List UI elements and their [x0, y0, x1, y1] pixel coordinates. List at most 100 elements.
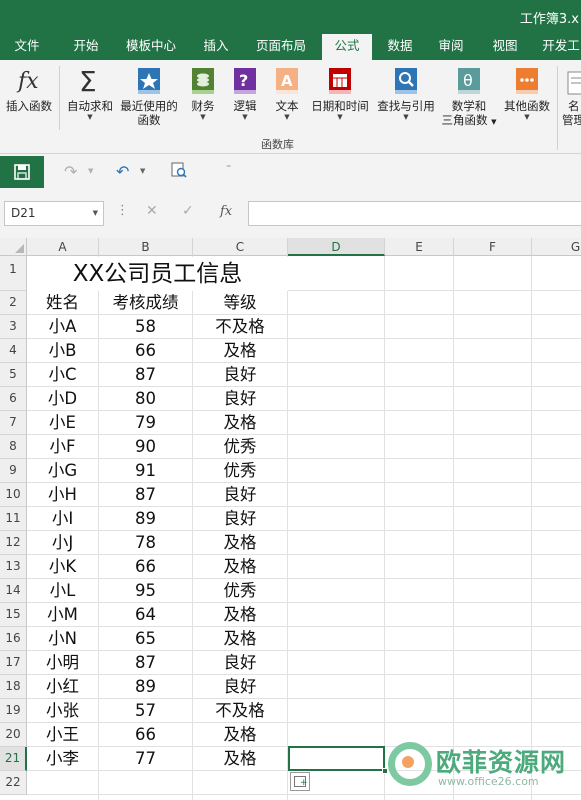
row-header-20[interactable]: 20	[0, 723, 27, 747]
table-cell[interactable]: 小A	[27, 315, 98, 338]
table-cell[interactable]: 79	[99, 411, 192, 434]
table-cell[interactable]: 87	[99, 651, 192, 674]
row-header-19[interactable]: 19	[0, 699, 27, 723]
column-header-c[interactable]: C	[193, 238, 288, 256]
row-header-14[interactable]: 14	[0, 579, 27, 603]
table-cell[interactable]: 95	[99, 579, 192, 602]
table-cell[interactable]: 良好	[193, 507, 287, 530]
tab-insert[interactable]: 插入	[192, 34, 240, 60]
row-header-6[interactable]: 6	[0, 387, 27, 411]
column-header-a[interactable]: A	[27, 238, 99, 256]
column-header-e[interactable]: E	[385, 238, 454, 256]
row-header-5[interactable]: 5	[0, 363, 27, 387]
sheet-title-cell[interactable]: XX公司员工信息	[27, 257, 288, 291]
table-cell[interactable]: 小C	[27, 363, 98, 386]
table-cell[interactable]: 优秀	[193, 435, 287, 458]
table-cell[interactable]: 良好	[193, 651, 287, 674]
column-header-g[interactable]: G	[532, 238, 581, 256]
active-cell-d21[interactable]	[288, 746, 385, 771]
row-header-18[interactable]: 18	[0, 675, 27, 699]
table-cell[interactable]: 小G	[27, 459, 98, 482]
table-cell[interactable]: 及格	[193, 411, 287, 434]
math-trig-button[interactable]: θ 数学和 三角函数 ▼	[440, 66, 498, 129]
table-cell[interactable]: 及格	[193, 723, 287, 746]
table-cell[interactable]: 64	[99, 603, 192, 626]
table-cell[interactable]: 小B	[27, 339, 98, 362]
table-cell[interactable]: 及格	[193, 627, 287, 650]
table-cell[interactable]: 89	[99, 507, 192, 530]
more-functions-button[interactable]: 其他函数 ▼	[500, 66, 554, 122]
row-header-11[interactable]: 11	[0, 507, 27, 531]
table-cell[interactable]: 良好	[193, 675, 287, 698]
tab-home[interactable]: 开始	[62, 34, 110, 60]
lookup-reference-button[interactable]: 查找与引用 ▼	[374, 66, 438, 122]
recently-used-button[interactable]: 最近使用的 函数	[118, 66, 180, 127]
chevron-down-icon[interactable]: ▼	[88, 167, 93, 175]
date-time-button[interactable]: 日期和时间 ▼	[308, 66, 372, 122]
table-cell[interactable]: 65	[99, 627, 192, 650]
financial-button[interactable]: 财务 ▼	[186, 66, 220, 122]
table-cell[interactable]: 及格	[193, 555, 287, 578]
row-header-8[interactable]: 8	[0, 435, 27, 459]
cancel-icon[interactable]: ✕	[146, 203, 158, 219]
table-cell[interactable]: 66	[99, 339, 192, 362]
insert-function-button[interactable]: fx 插入函数	[2, 66, 56, 113]
insert-function-icon[interactable]: fx	[220, 204, 232, 219]
row-header-2[interactable]: 2	[0, 291, 27, 315]
table-cell[interactable]: 小李	[27, 747, 98, 770]
table-cell[interactable]: 及格	[193, 747, 287, 770]
logical-button[interactable]: ? 逻辑 ▼	[228, 66, 262, 122]
row-header-21[interactable]: 21	[0, 747, 27, 771]
row-header-15[interactable]: 15	[0, 603, 27, 627]
table-cell[interactable]: 57	[99, 699, 192, 722]
name-manager-button[interactable]: 名 管理	[562, 66, 581, 127]
text-button[interactable]: A 文本 ▼	[270, 66, 304, 122]
chevron-down-icon[interactable]: ▼	[93, 209, 98, 217]
table-cell[interactable]: 91	[99, 459, 192, 482]
table-cell[interactable]: 及格	[193, 603, 287, 626]
table-cell[interactable]: 优秀	[193, 459, 287, 482]
row-header-12[interactable]: 12	[0, 531, 27, 555]
spreadsheet-grid[interactable]: A B C D E F G 1 2 3 4 5 6 7 8 9 10 11 12 13 14 15 16 17 18 19 20 21…	[0, 238, 581, 800]
redo-icon[interactable]: ↷	[64, 162, 77, 181]
tab-view[interactable]: 视图	[482, 34, 528, 60]
row-header-17[interactable]: 17	[0, 651, 27, 675]
table-cell[interactable]: 小M	[27, 603, 98, 626]
table-cell[interactable]: 小E	[27, 411, 98, 434]
row-header-22[interactable]: 22	[0, 771, 27, 795]
header-cell[interactable]: 考核成绩	[99, 291, 192, 314]
table-cell[interactable]: 小明	[27, 651, 98, 674]
row-header-1[interactable]: 1	[0, 256, 27, 291]
table-cell[interactable]: 87	[99, 363, 192, 386]
row-header-4[interactable]: 4	[0, 339, 27, 363]
table-cell[interactable]: 78	[99, 531, 192, 554]
column-header-f[interactable]: F	[454, 238, 532, 256]
table-cell[interactable]: 不及格	[193, 315, 287, 338]
tab-developer[interactable]: 开发工	[536, 34, 581, 60]
tab-page-layout[interactable]: 页面布局	[248, 34, 314, 60]
row-header-13[interactable]: 13	[0, 555, 27, 579]
row-header-16[interactable]: 16	[0, 627, 27, 651]
table-cell[interactable]: 58	[99, 315, 192, 338]
print-preview-icon[interactable]	[170, 161, 188, 183]
formula-input[interactable]	[248, 201, 581, 226]
row-header-9[interactable]: 9	[0, 459, 27, 483]
table-cell[interactable]: 66	[99, 555, 192, 578]
quick-analysis-button[interactable]: +	[290, 772, 310, 791]
table-cell[interactable]: 良好	[193, 387, 287, 410]
select-all-button[interactable]	[0, 238, 27, 256]
tab-file[interactable]: 文件	[6, 34, 48, 60]
table-cell[interactable]: 66	[99, 723, 192, 746]
tab-data[interactable]: 数据	[378, 34, 422, 60]
table-cell[interactable]: 89	[99, 675, 192, 698]
table-cell[interactable]: 小K	[27, 555, 98, 578]
table-cell[interactable]: 小L	[27, 579, 98, 602]
row-header-3[interactable]: 3	[0, 315, 27, 339]
table-cell[interactable]: 良好	[193, 483, 287, 506]
table-cell[interactable]: 90	[99, 435, 192, 458]
table-cell[interactable]: 87	[99, 483, 192, 506]
row-header-10[interactable]: 10	[0, 483, 27, 507]
header-cell[interactable]: 等级	[193, 291, 287, 314]
table-cell[interactable]: 小王	[27, 723, 98, 746]
table-cell[interactable]: 良好	[193, 363, 287, 386]
